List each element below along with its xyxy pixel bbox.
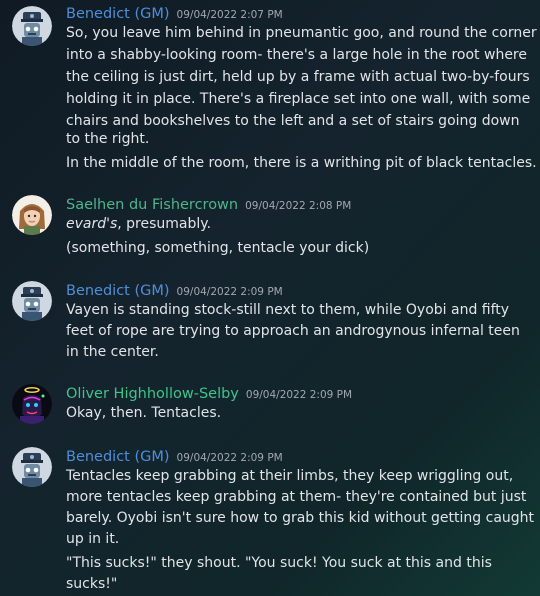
timestamp: 09/04/2022 2:07 PM: [176, 9, 283, 21]
message-text: Tentacles keep grabbing at their limbs, …: [66, 468, 514, 484]
message-text: barely. Oyobi isn't sure how to grab thi…: [66, 510, 535, 526]
italic-text: evard's: [66, 216, 118, 232]
timestamp: 09/04/2022 2:09 PM: [176, 286, 283, 298]
timestamp: 09/04/2022 2:08 PM: [245, 200, 352, 212]
message-text: up in it.: [66, 531, 120, 547]
message-text: evard's, presumably.: [66, 213, 526, 235]
message-text: In the middle of the room, there is a wr…: [66, 155, 537, 171]
author-name[interactable]: Benedict (GM): [66, 449, 170, 465]
chat-message-list: Benedict (GM) 09/04/2022 2:07 PM So, you …: [0, 0, 540, 596]
message-text: Vayen is standing stock-still next to th…: [66, 302, 510, 318]
author-name[interactable]: Saelhen du Fishercrown: [66, 197, 238, 213]
robot-avatar[interactable]: [12, 447, 52, 487]
author-name[interactable]: Benedict (GM): [66, 6, 170, 22]
message-text: sucks!": [66, 576, 118, 592]
message-text: more tentacles keep grabbing at them- th…: [66, 489, 527, 505]
message-text: into a shabby-looking room- there's a la…: [66, 47, 527, 63]
message-text: to the right.: [66, 131, 150, 147]
author-name[interactable]: Oliver Highhollow-Selby: [66, 386, 239, 402]
timestamp: 09/04/2022 2:09 PM: [176, 452, 283, 464]
message-text: So, you leave him behind in pneumantic g…: [66, 25, 537, 41]
robot-avatar[interactable]: [12, 281, 52, 321]
message-text: feet of rope are trying to approach an a…: [66, 323, 520, 339]
message-text: in the center.: [66, 344, 159, 360]
timestamp: 09/04/2022 2:09 PM: [245, 389, 353, 401]
message-text: Okay, then. Tentacles.: [66, 405, 222, 421]
robot-avatar[interactable]: [12, 6, 52, 46]
elf-portrait-avatar[interactable]: [12, 195, 52, 235]
message-text: (something, something, tentacle your dic…: [66, 240, 370, 256]
neon-face-avatar[interactable]: [12, 384, 52, 424]
author-name[interactable]: Benedict (GM): [66, 283, 170, 299]
message-text-rest: , presumably.: [117, 216, 212, 232]
message-text: holding it in place. There's a fireplace…: [66, 91, 531, 107]
message-text: the ceiling is just dirt, held up by a f…: [66, 69, 530, 85]
message-text: "This sucks!" they shout. "You suck! You…: [66, 555, 492, 571]
